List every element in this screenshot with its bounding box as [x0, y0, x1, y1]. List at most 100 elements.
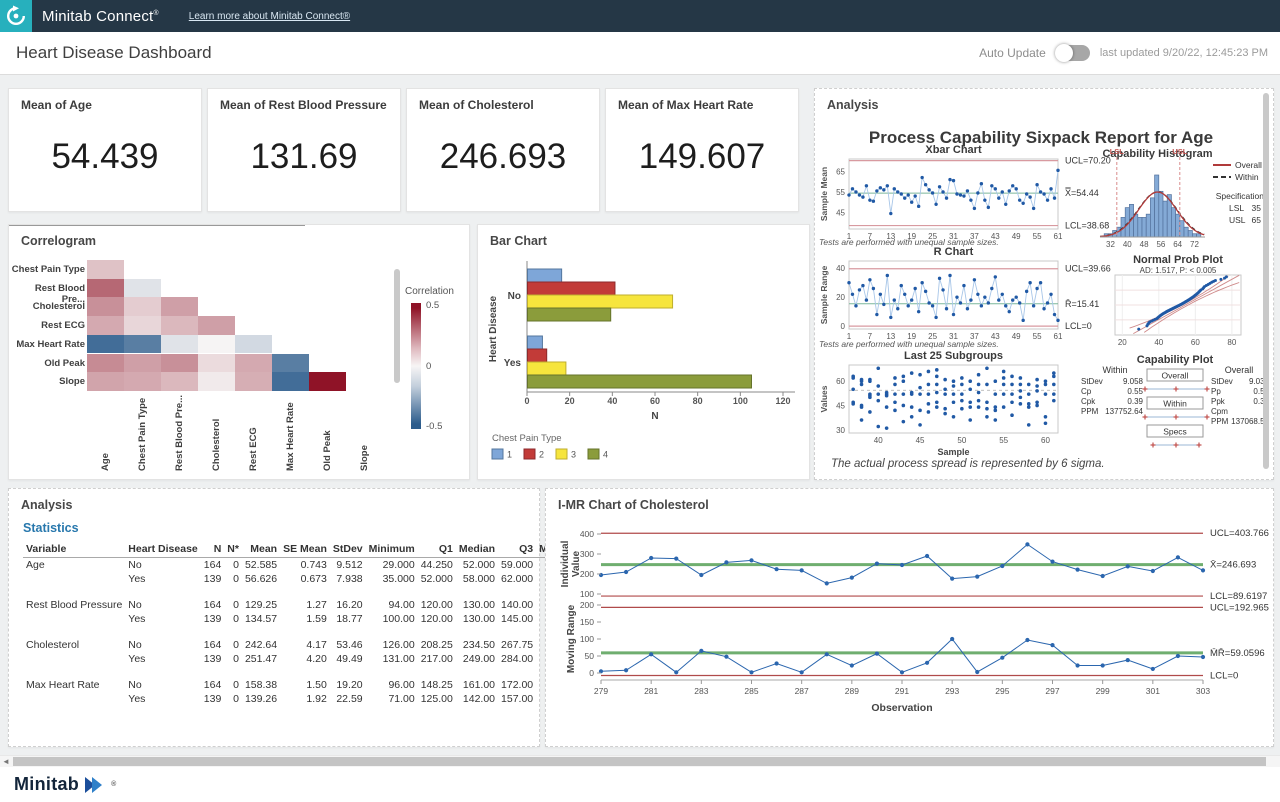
svg-text:45: 45	[836, 401, 845, 410]
svg-text:299: 299	[1096, 686, 1110, 696]
table-cell: 96.00	[366, 678, 418, 692]
kpi-card-mean-rest-blood-pressure: Mean of Rest Blood Pressure 131.69	[207, 88, 401, 212]
svg-text:30: 30	[836, 426, 845, 435]
scroll-left-arrow-icon[interactable]: ◄	[2, 757, 10, 766]
svg-text:No: No	[508, 291, 521, 302]
auto-update-label: Auto Update	[979, 46, 1046, 60]
correlogram-panel: Correlogram Chest Pain TypeRest Blood Pr…	[8, 224, 470, 480]
svg-text:65: 65	[1252, 215, 1262, 225]
spacer	[23, 626, 591, 638]
last-updated-text: last updated 9/20/22, 12:45:23 PM	[1100, 47, 1268, 59]
correlogram-row-label: Old Peak	[11, 358, 85, 369]
table-cell: 130.00	[456, 598, 498, 612]
table-cell: 139.26	[242, 692, 280, 706]
table-cell: 52.000	[456, 558, 498, 573]
table-row: Yes1390139.261.9222.5971.00125.00142.001…	[23, 692, 591, 706]
svg-text:Individual: Individual	[560, 540, 571, 587]
spacer	[23, 586, 591, 598]
svg-text:Within: Within	[1235, 172, 1259, 182]
toggle-knob[interactable]	[1055, 44, 1073, 62]
svg-text:Heart Disease: Heart Disease	[488, 295, 499, 362]
auto-update-toggle[interactable]	[1056, 45, 1090, 61]
table-cell: 249.00	[456, 652, 498, 666]
svg-text:UCL=192.965: UCL=192.965	[1210, 602, 1269, 613]
table-cell: 157.00	[498, 692, 536, 706]
svg-text:Value: Value	[571, 551, 582, 578]
svg-text:Cpm: Cpm	[1211, 407, 1228, 416]
table-cell: No	[125, 678, 200, 692]
table-cell: Max Heart Rate	[23, 678, 125, 692]
svg-text:61: 61	[1054, 332, 1063, 341]
table-cell: 164	[201, 638, 225, 652]
table-cell: 131.00	[366, 652, 418, 666]
table-cell: 164	[201, 678, 225, 692]
analysis-sixpack-panel: Process Capability Sixpack Report for Ag…	[814, 88, 1274, 480]
column-header: Q1	[418, 541, 456, 558]
correlogram-cell	[124, 279, 161, 298]
table-cell: 0.743	[280, 558, 330, 573]
correlogram-col-label: Age	[100, 397, 112, 471]
table-cell: 139	[201, 612, 225, 626]
svg-text:Observation: Observation	[871, 702, 932, 714]
table-cell: Yes	[125, 692, 200, 706]
minitab-connect-logo[interactable]	[0, 0, 32, 32]
column-header: StDev	[330, 541, 366, 558]
footer-reg: ®	[111, 781, 116, 788]
svg-text:StDev: StDev	[1211, 377, 1233, 386]
svg-text:PPM: PPM	[1081, 407, 1099, 416]
svg-text:9.058: 9.058	[1123, 377, 1144, 386]
learn-more-link[interactable]: Learn more about Minitab Connect®	[189, 11, 350, 22]
svg-text:64: 64	[1173, 240, 1182, 249]
table-cell: 0	[224, 598, 242, 612]
svg-text:UCL=39.66: UCL=39.66	[1065, 264, 1111, 274]
correlogram-cell	[124, 297, 161, 316]
statistics-table: VariableHeart DiseaseNN*MeanSE MeanStDev…	[23, 541, 591, 706]
svg-text:Specs: Specs	[1163, 427, 1187, 437]
svg-text:60: 60	[836, 377, 845, 386]
table-cell: 130.00	[456, 612, 498, 626]
correlogram-cell	[235, 335, 272, 354]
column-header: Minimum	[366, 541, 418, 558]
correlogram-cell	[272, 354, 309, 373]
kpi-card-mean-cholesterol: Mean of Cholesterol 246.693	[406, 88, 600, 212]
svg-text:60: 60	[1041, 436, 1050, 445]
table-cell	[23, 612, 125, 626]
svg-text:293: 293	[945, 686, 959, 696]
svg-text:Overall: Overall	[1235, 160, 1262, 170]
svg-text:0: 0	[524, 396, 529, 406]
table-cell: 9.512	[330, 558, 366, 573]
table-cell: 164	[201, 598, 225, 612]
table-row: Yes1390251.474.2049.49131.00217.00249.00…	[23, 652, 591, 666]
svg-text:Tests are performed with unequ: Tests are performed with unequal sample …	[819, 339, 999, 349]
correlogram-row-label: Rest ECG	[11, 320, 85, 331]
scrollbar-thumb[interactable]	[13, 757, 1266, 766]
correlogram-cell	[124, 354, 161, 373]
table-cell: Age	[23, 558, 125, 573]
scrollbar-thumb[interactable]	[394, 269, 400, 383]
imr-chart-panel: 100200300400UCL=403.766X̄=246.693LCL=89.…	[545, 488, 1274, 747]
svg-text:Sample: Sample	[937, 447, 969, 457]
panel-title: Analysis	[827, 98, 878, 112]
svg-text:Process Capability Sixpack Rep: Process Capability Sixpack Report for Ag…	[869, 128, 1213, 147]
app-window: Minitab Connect® Learn more about Minita…	[0, 0, 1280, 802]
svg-text:4: 4	[603, 450, 608, 460]
sixpack-chart: Process Capability Sixpack Report for Ag…	[815, 89, 1271, 477]
table-cell: 1.50	[280, 678, 330, 692]
table-cell: 217.00	[418, 652, 456, 666]
correlogram-cell	[309, 372, 346, 391]
scrollbar-thumb[interactable]	[1263, 93, 1269, 469]
correlogram-cell	[124, 316, 161, 335]
correlogram-col-label: Rest ECG	[248, 397, 260, 471]
table-cell: Yes	[125, 612, 200, 626]
legend-tick-label: -0.5	[426, 421, 442, 432]
svg-text:49: 49	[1012, 232, 1021, 241]
table-cell: No	[125, 638, 200, 652]
svg-text:200: 200	[580, 600, 594, 610]
table-cell	[23, 692, 125, 706]
spacer	[23, 666, 591, 678]
svg-text:0: 0	[589, 668, 594, 678]
svg-text:80: 80	[1227, 338, 1236, 347]
table-cell: 94.00	[366, 598, 418, 612]
svg-text:40: 40	[1123, 240, 1132, 249]
correlogram-col-label: Old Peak	[322, 397, 334, 471]
